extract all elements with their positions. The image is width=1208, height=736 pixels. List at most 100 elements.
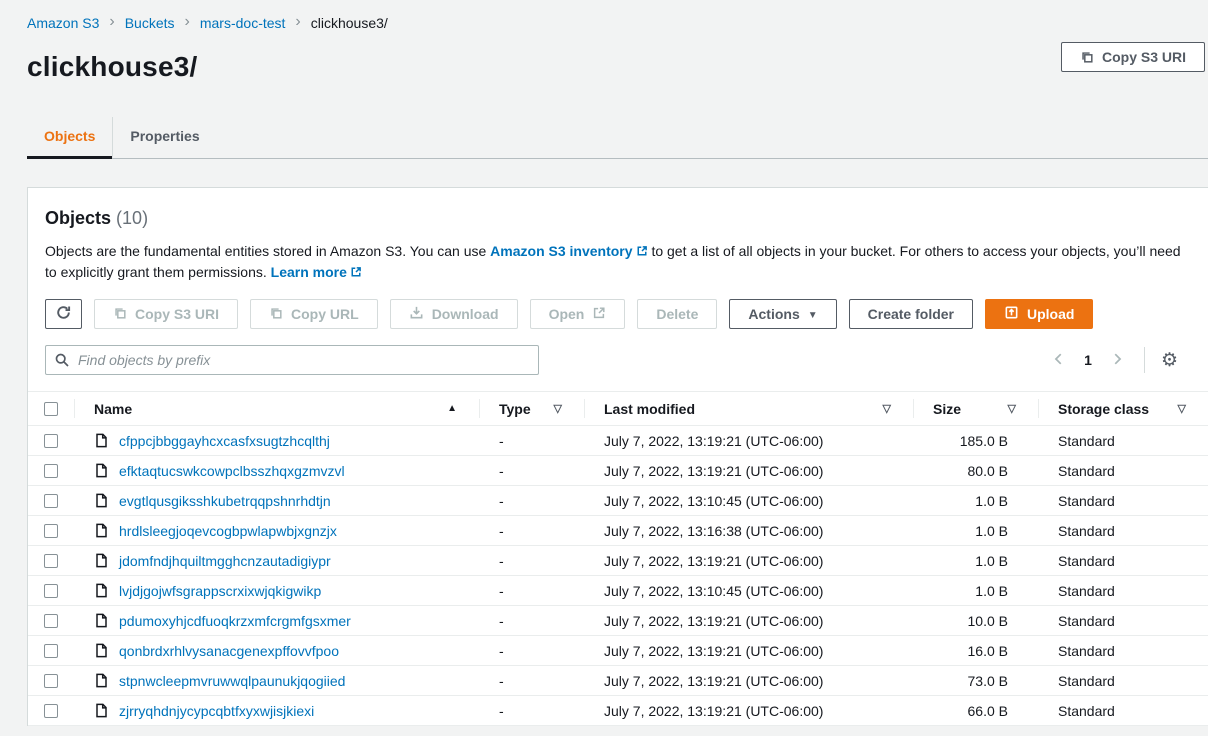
breadcrumb-bucket-name[interactable]: mars-doc-test: [200, 15, 286, 31]
object-size: 73.0 B: [913, 666, 1038, 695]
gear-icon: ⚙: [1161, 350, 1178, 371]
copy-s3-uri-button[interactable]: Copy S3 URI: [94, 299, 238, 329]
row-checkbox[interactable]: [44, 464, 58, 478]
column-header-name[interactable]: Name ▲: [74, 392, 479, 425]
object-size: 16.0 B: [913, 636, 1038, 665]
row-checkbox[interactable]: [44, 434, 58, 448]
preferences-gear-button[interactable]: ⚙: [1161, 351, 1178, 370]
row-checkbox[interactable]: [44, 554, 58, 568]
next-page-button[interactable]: [1104, 348, 1130, 373]
amazon-s3-inventory-link[interactable]: Amazon S3 inventory: [490, 243, 647, 259]
upload-button[interactable]: Upload: [985, 299, 1093, 329]
create-folder-button[interactable]: Create folder: [849, 299, 973, 329]
file-icon: [94, 673, 109, 688]
external-link-icon: [636, 242, 648, 262]
table-row: hrdlsleegjoqevcogbpwlapwbjxgnzjx - July …: [28, 516, 1208, 546]
upload-label: Upload: [1027, 306, 1074, 322]
row-checkbox[interactable]: [44, 524, 58, 538]
chevron-right-icon: ›: [295, 14, 300, 30]
object-type: -: [479, 486, 584, 515]
current-page-number[interactable]: 1: [1076, 352, 1100, 368]
object-type: -: [479, 696, 584, 725]
table-row: qonbrdxrhlvysanacgenexpffovvfpoo - July …: [28, 636, 1208, 666]
delete-label: Delete: [656, 306, 698, 322]
object-storage-class: Standard: [1038, 426, 1208, 455]
pagination-divider: [1144, 347, 1145, 373]
copy-icon: [113, 306, 127, 323]
object-name-link[interactable]: stpnwcleepmvruwwqlpaunukjqogiied: [119, 673, 345, 689]
object-name-link[interactable]: evgtlqusgiksshkubetrqqpshnrhdtjn: [119, 493, 331, 509]
download-button[interactable]: Download: [390, 299, 518, 329]
pagination: 1 ⚙: [1046, 347, 1190, 373]
object-size: 185.0 B: [913, 426, 1038, 455]
copy-icon: [1080, 50, 1094, 64]
tab-objects[interactable]: Objects: [27, 117, 112, 159]
object-name-link[interactable]: zjrryqhdnjycypcqbtfxyxwjisjkiexi: [119, 703, 314, 719]
column-header-size[interactable]: Size ▽: [913, 392, 1038, 425]
row-checkbox[interactable]: [44, 584, 58, 598]
previous-page-button[interactable]: [1046, 348, 1072, 373]
object-last-modified: July 7, 2022, 13:10:45 (UTC-06:00): [584, 486, 913, 515]
column-header-last-modified[interactable]: Last modified ▽: [584, 392, 913, 425]
sort-indicator-icon: ▽: [883, 402, 891, 415]
refresh-button[interactable]: [45, 299, 82, 329]
tab-bar: Objects Properties: [0, 117, 1208, 159]
row-checkbox[interactable]: [44, 704, 58, 718]
sort-indicator-icon: ▽: [1178, 402, 1186, 415]
object-type: -: [479, 636, 584, 665]
copy-url-label: Copy URL: [291, 306, 359, 322]
file-icon: [94, 463, 109, 478]
object-storage-class: Standard: [1038, 546, 1208, 575]
learn-more-link[interactable]: Learn more: [271, 264, 362, 280]
sort-ascending-icon: ▲: [447, 403, 457, 414]
chevron-right-icon: ›: [185, 14, 190, 30]
external-link-icon: [592, 306, 606, 323]
row-checkbox[interactable]: [44, 614, 58, 628]
object-type: -: [479, 606, 584, 635]
object-size: 10.0 B: [913, 606, 1038, 635]
object-type: -: [479, 516, 584, 545]
select-all-checkbox[interactable]: [44, 402, 58, 416]
object-type: -: [479, 426, 584, 455]
breadcrumb-amazon-s3[interactable]: Amazon S3: [27, 15, 99, 31]
copy-url-button[interactable]: Copy URL: [250, 299, 378, 329]
row-checkbox[interactable]: [44, 644, 58, 658]
amazon-s3-inventory-link-label: Amazon S3 inventory: [490, 243, 632, 259]
breadcrumb-buckets[interactable]: Buckets: [125, 15, 175, 31]
tab-properties[interactable]: Properties: [112, 117, 216, 159]
chevron-right-icon: ›: [109, 14, 114, 30]
delete-button[interactable]: Delete: [637, 299, 717, 329]
object-name-link[interactable]: cfppcjbbggayhcxcasfxsugtzhcqlthj: [119, 433, 330, 449]
object-name-link[interactable]: hrdlsleegjoqevcogbpwlapwbjxgnzjx: [119, 523, 337, 539]
objects-table: Name ▲ Type ▽ Last modified ▽ Size ▽ Sto…: [28, 391, 1208, 726]
object-size: 1.0 B: [913, 576, 1038, 605]
row-checkbox[interactable]: [44, 494, 58, 508]
object-name-link[interactable]: efktaqtucswkcowpclbsszhqxgzmvzvl: [119, 463, 345, 479]
column-header-storage-class[interactable]: Storage class ▽: [1038, 392, 1208, 425]
open-button[interactable]: Open: [530, 299, 626, 329]
object-last-modified: July 7, 2022, 13:19:21 (UTC-06:00): [584, 666, 913, 695]
refresh-icon: [55, 304, 72, 324]
table-header-row: Name ▲ Type ▽ Last modified ▽ Size ▽ Sto…: [28, 391, 1208, 426]
objects-toolbar: Copy S3 URI Copy URL Download Open Delet…: [45, 299, 1190, 329]
column-header-type[interactable]: Type ▽: [479, 392, 584, 425]
column-header-last-modified-label: Last modified: [604, 401, 695, 417]
copy-s3-uri-header-label: Copy S3 URI: [1102, 49, 1186, 65]
object-name-link[interactable]: lvjdjgojwfsgrappscrxixwjqkigwikp: [119, 583, 321, 599]
object-name-link[interactable]: qonbrdxrhlvysanacgenexpffovvfpoo: [119, 643, 339, 659]
objects-panel: Objects (10) Objects are the fundamental…: [27, 187, 1208, 726]
column-header-storage-class-label: Storage class: [1058, 401, 1149, 417]
actions-dropdown-button[interactable]: Actions ▼: [729, 299, 836, 329]
table-row: evgtlqusgiksshkubetrqqpshnrhdtjn - July …: [28, 486, 1208, 516]
object-name-link[interactable]: jdomfndjhquiltmgghcnzautadigiypr: [119, 553, 331, 569]
copy-s3-uri-header-button[interactable]: Copy S3 URI: [1061, 42, 1205, 72]
table-row: cfppcjbbggayhcxcasfxsugtzhcqlthj - July …: [28, 426, 1208, 456]
find-objects-search-input[interactable]: [45, 345, 539, 375]
object-last-modified: July 7, 2022, 13:19:21 (UTC-06:00): [584, 546, 913, 575]
sort-indicator-icon: ▽: [554, 402, 562, 415]
file-icon: [94, 523, 109, 538]
description-text-1: Objects are the fundamental entities sto…: [45, 243, 486, 259]
object-name-link[interactable]: pdumoxyhjcdfuoqkrzxmfcrgmfgsxmer: [119, 613, 351, 629]
object-last-modified: July 7, 2022, 13:19:21 (UTC-06:00): [584, 606, 913, 635]
row-checkbox[interactable]: [44, 674, 58, 688]
